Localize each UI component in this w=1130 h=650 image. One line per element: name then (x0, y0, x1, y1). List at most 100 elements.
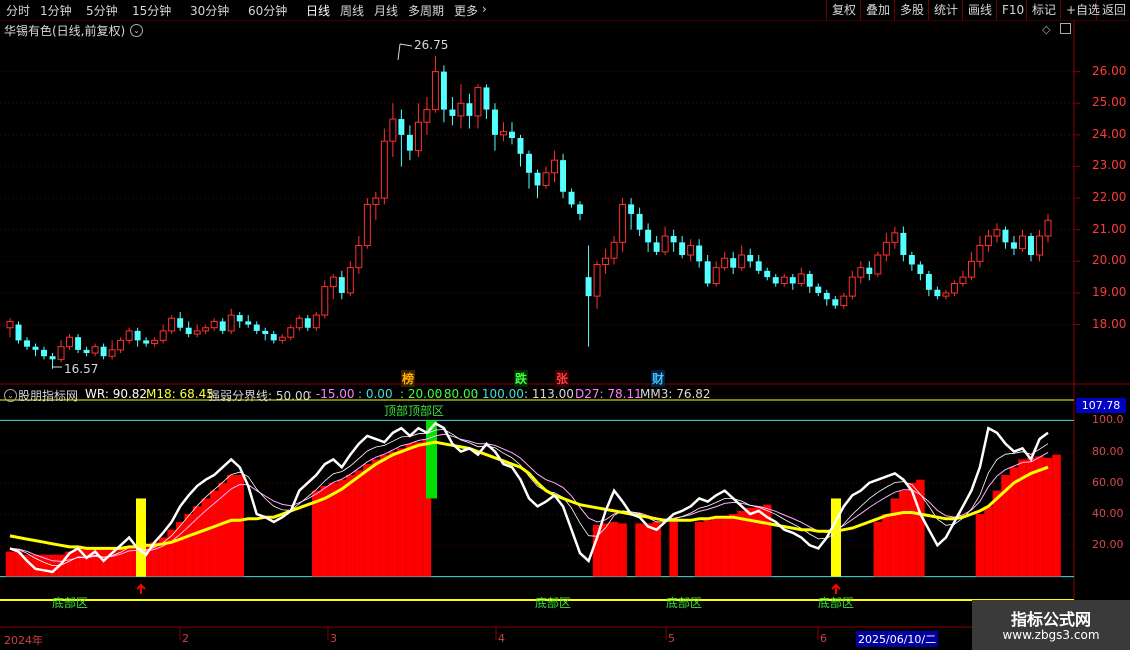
candle-body (1036, 235, 1043, 256)
candle-body (1002, 229, 1009, 243)
candle-body (679, 242, 686, 256)
candle-body (976, 245, 984, 262)
candle-body (551, 159, 559, 174)
candle-body (908, 255, 915, 265)
stock-title-text: 华锡有色(日线,前复权) (4, 24, 126, 38)
event-mark-cai[interactable]: 财 (651, 370, 666, 387)
candle-body (747, 255, 754, 262)
indicator-bar (984, 506, 993, 577)
indicator-bar (192, 506, 202, 577)
indicator-bar (711, 518, 721, 577)
price-axis-label: 20.00 (1092, 253, 1127, 268)
candle-body (83, 349, 90, 354)
indicator-bar (890, 498, 900, 577)
candle-body (380, 140, 388, 199)
candle-body (687, 245, 695, 256)
candle-body (645, 229, 652, 243)
candle-body (934, 289, 941, 297)
candle-body (159, 330, 167, 341)
maximize-icon[interactable] (1060, 23, 1071, 34)
candle-body (491, 109, 498, 135)
up-arrow-icon (831, 583, 841, 594)
candle-body (797, 273, 805, 284)
indicator-bar (992, 490, 1002, 577)
candle-body (967, 260, 975, 278)
candle-body (134, 330, 141, 341)
chart-canvas[interactable] (0, 0, 1130, 650)
price-axis-label: 26.00 (1092, 63, 1127, 78)
candle-body (764, 270, 771, 278)
low-price-label: 16.57 (64, 362, 99, 376)
event-mark-die[interactable]: 跌 (514, 370, 529, 387)
candle-body (117, 339, 125, 351)
candle-body (772, 277, 779, 284)
candle-body (449, 109, 456, 116)
candle-body (900, 232, 907, 256)
bottom-zone-label-4: 底部区 (818, 596, 855, 610)
indicator-menu-icon[interactable]: ⌄ (4, 389, 17, 402)
indicator-bar (5, 551, 15, 577)
candle-body (15, 324, 22, 341)
price-axis-label: 25.00 (1092, 95, 1127, 110)
candle-body (202, 327, 210, 332)
indicator-bar (754, 506, 763, 577)
candle-body (534, 172, 541, 186)
candle-body (143, 340, 150, 344)
candle-body (41, 349, 48, 357)
indicator-bar (720, 517, 729, 577)
candle-body (278, 336, 286, 341)
candle-body (610, 241, 618, 259)
candle-body (100, 346, 107, 357)
indicator-bar (405, 443, 415, 577)
level-0: : 0.00 (358, 387, 393, 401)
indicator-bar (218, 482, 227, 577)
candle-body (423, 109, 431, 123)
candle-body (295, 317, 303, 329)
indicator-bar (618, 523, 627, 577)
diamond-icon[interactable]: ◇ (1042, 23, 1050, 36)
indicator-bar (669, 521, 678, 577)
candle-body (210, 320, 218, 329)
watermark-title: 指标公式网 (1010, 610, 1091, 629)
candle-body (227, 314, 235, 332)
candle-body (338, 277, 345, 293)
candle-body (568, 191, 575, 205)
current-indicator-value: 107.78 (1076, 398, 1126, 413)
indicator-bar (397, 448, 406, 577)
candle-body (49, 356, 56, 360)
candle-body (509, 131, 515, 139)
mm3-value: MM3: 76.82 (640, 387, 711, 401)
candle-body (193, 330, 201, 335)
level-113: : 113.00 (524, 387, 574, 401)
candle-body (270, 334, 277, 341)
stock-title: 华锡有色(日线,前复权) ⌄ (4, 22, 143, 39)
candle-body (32, 346, 39, 350)
price-axis-label: 24.00 (1092, 126, 1127, 141)
candle-body (942, 292, 950, 297)
candle-body (882, 241, 890, 256)
indicator-name[interactable]: 股朋指标网 (18, 387, 78, 404)
event-mark-zhang[interactable]: 张 (555, 370, 570, 387)
candle-body (75, 337, 82, 350)
indicator-bar (601, 523, 610, 577)
level-80: : 80.00 (436, 387, 479, 401)
price-axis-label: 23.00 (1092, 158, 1127, 173)
candle-body (91, 346, 99, 354)
indicator-bar (643, 523, 653, 577)
chevron-down-icon[interactable]: ⌄ (130, 24, 143, 37)
indicator-bar (1052, 454, 1061, 577)
candle-body (168, 317, 176, 332)
indicator-axis-label: 60.00 (1092, 475, 1124, 489)
candle-body (542, 172, 550, 186)
candle-body (670, 236, 677, 243)
price-axis-label: 19.00 (1092, 284, 1127, 299)
candle-body (185, 327, 192, 335)
candle-body (329, 276, 337, 288)
event-mark-bang[interactable]: 榜 (401, 370, 416, 387)
indicator-bar (414, 442, 423, 577)
indicator-bar (363, 464, 372, 577)
indicator-bar (694, 521, 704, 577)
candle-body (440, 71, 447, 110)
candle-body (661, 235, 669, 253)
candle-body (823, 292, 830, 300)
